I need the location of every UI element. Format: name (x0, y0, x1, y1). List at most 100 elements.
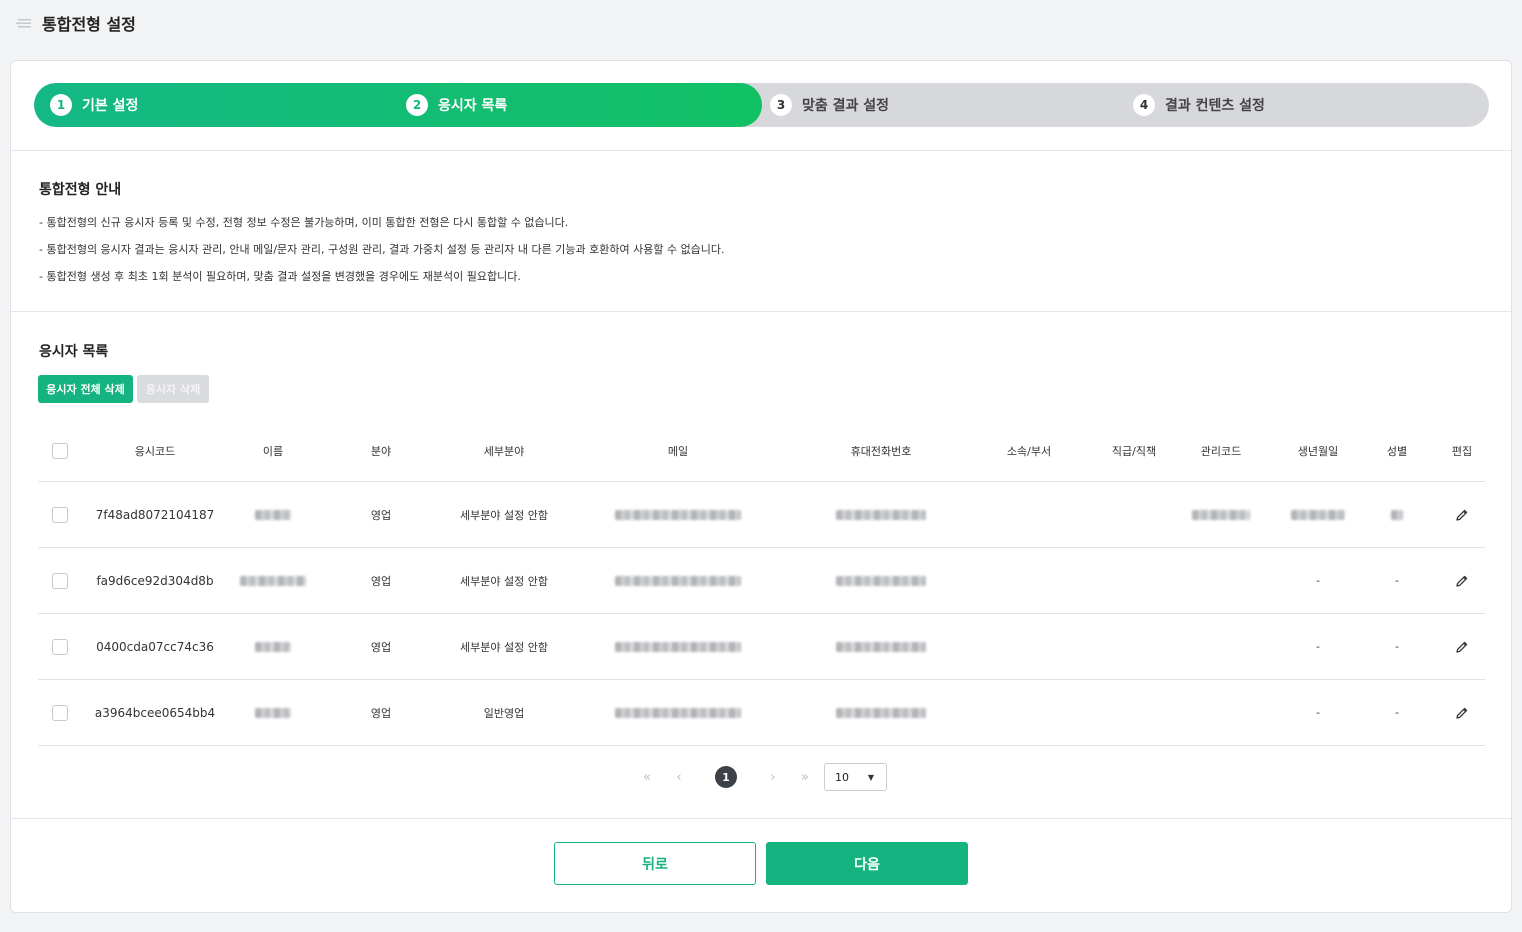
edit-cell (1438, 548, 1486, 613)
column-header[interactable]: 분야 (351, 421, 411, 481)
back-button[interactable]: 뒤로 (554, 842, 756, 885)
applicant-table: 응시코드 이름 분야 세부분야 메일 휴대전화번호 소속/부서 직급/직책 관리… (38, 421, 1485, 746)
applicant-field: 영업 (370, 640, 392, 654)
page-size-value: 10 (835, 770, 849, 784)
applicant-subfield: 세부분야 설정 안함 (460, 640, 548, 654)
step-label: 결과 컨텐츠 설정 (1165, 98, 1265, 114)
applicant-code: 0400cda07cc74c36 (96, 639, 214, 654)
applicant-field: 영업 (370, 574, 392, 588)
delete-all-applicants-button[interactable]: 응시자 전체 삭제 (38, 375, 133, 403)
notice-title: 통합전형 안내 (39, 182, 122, 198)
applicant-name-redacted (238, 614, 308, 679)
table-row[interactable]: a3964bcee0654bb4 영업 일반영업 - - (38, 680, 1485, 746)
column-header[interactable]: 이름 (238, 421, 308, 481)
step-custom-result-settings[interactable]: 3 맞춤 결과 설정 (770, 83, 889, 127)
column-header[interactable]: 소속/부서 (994, 421, 1064, 481)
step-result-content-settings[interactable]: 4 결과 컨텐츠 설정 (1133, 83, 1265, 127)
applicant-email-redacted (613, 548, 743, 613)
applicant-name-redacted (238, 680, 308, 745)
applicant-name-redacted (238, 482, 308, 547)
birth-date: - (1316, 640, 1320, 653)
applicant-subfield: 세부분야 설정 안함 (460, 508, 548, 522)
page-title: 통합전형 설정 (42, 15, 136, 34)
last-page-button[interactable]: » (789, 770, 821, 785)
prev-page-button[interactable]: ‹ (663, 770, 695, 785)
edit-cell (1438, 482, 1486, 547)
row-select-cell (52, 548, 68, 613)
notice-line: - 통합전형의 응시자 결과는 응시자 관리, 안내 메일/문자 관리, 구성원… (39, 243, 725, 256)
birth-date: - (1316, 574, 1320, 587)
gender-redacted (1372, 482, 1422, 547)
gender: - (1395, 640, 1399, 653)
applicant-code: 7f48ad8072104187 (95, 507, 215, 522)
divider (11, 818, 1511, 819)
column-header[interactable]: 관리코드 (1189, 421, 1253, 481)
next-page-button[interactable]: › (757, 770, 789, 785)
column-header[interactable]: 휴대전화번호 (831, 421, 931, 481)
pencil-icon[interactable] (1455, 574, 1469, 588)
step-number: 4 (1133, 94, 1155, 116)
column-header[interactable]: 생년월일 (1283, 421, 1353, 481)
applicant-name-redacted (238, 548, 308, 613)
column-header[interactable]: 응시코드 (98, 421, 212, 481)
row-checkbox[interactable] (52, 572, 68, 589)
row-checkbox[interactable] (52, 506, 68, 523)
gender: - (1395, 706, 1399, 719)
applicant-code: a3964bcee0654bb4 (94, 705, 216, 720)
edit-cell (1438, 680, 1486, 745)
row-select-cell (52, 482, 68, 547)
edit-cell (1438, 614, 1486, 679)
table-row[interactable]: 0400cda07cc74c36 영업 세부분야 설정 안함 - - (38, 614, 1485, 680)
applicant-phone-redacted (831, 680, 931, 745)
column-header[interactable]: 세부분야 (448, 421, 560, 481)
pagination: « ‹ 1 › » (631, 764, 821, 790)
page-size-select[interactable]: 10 ▼ (824, 763, 887, 791)
applicant-email-redacted (613, 614, 743, 679)
step-number: 1 (50, 94, 72, 116)
management-code-redacted (1189, 482, 1253, 547)
column-header: 편집 (1451, 445, 1473, 458)
applicant-email-redacted (613, 680, 743, 745)
column-header[interactable]: 메일 (618, 421, 738, 481)
applicant-field: 영업 (370, 508, 392, 522)
table-header-row: 응시코드 이름 분야 세부분야 메일 휴대전화번호 소속/부서 직급/직책 관리… (38, 421, 1485, 482)
row-select-cell (52, 680, 68, 745)
current-page[interactable]: 1 (715, 766, 737, 788)
settings-card: 1 기본 설정 2 응시자 목록 3 맞춤 결과 설정 4 결과 컨텐츠 설정 … (10, 60, 1512, 913)
delete-applicant-button[interactable]: 응시자 삭제 (137, 375, 209, 403)
applicant-field: 영업 (370, 706, 392, 720)
step-number: 3 (770, 94, 792, 116)
column-header[interactable]: 성별 (1372, 421, 1422, 481)
notice-line: - 통합전형 생성 후 최초 1회 분석이 필요하며, 맞춤 결과 설정을 변경… (39, 270, 521, 283)
applicant-phone-redacted (831, 548, 931, 613)
applicant-email-redacted (613, 482, 743, 547)
column-header[interactable]: 직급/직책 (1099, 421, 1169, 481)
pencil-icon[interactable] (1455, 706, 1469, 720)
birth-date: - (1316, 706, 1320, 719)
select-all-cell (52, 421, 68, 481)
birth-date-redacted (1283, 482, 1353, 547)
first-page-button[interactable]: « (631, 770, 663, 785)
page-header: 통합전형 설정 (16, 10, 136, 36)
applicant-subfield: 일반영업 (483, 706, 525, 720)
divider (11, 150, 1511, 151)
applicant-list-title: 응시자 목록 (39, 344, 109, 360)
pencil-icon[interactable] (1455, 508, 1469, 522)
row-select-cell (52, 614, 68, 679)
table-row[interactable]: fa9d6ce92d304d8b 영업 세부분야 설정 안함 - - (38, 548, 1485, 614)
step-number: 2 (406, 94, 428, 116)
caret-down-icon: ▼ (867, 772, 874, 782)
pencil-icon[interactable] (1455, 640, 1469, 654)
next-button[interactable]: 다음 (766, 842, 968, 885)
notice-line: - 통합전형의 신규 응시자 등록 및 수정, 전형 정보 수정은 불가능하며,… (39, 216, 569, 229)
row-checkbox[interactable] (52, 704, 68, 721)
row-checkbox[interactable] (52, 638, 68, 655)
menu-icon[interactable] (16, 18, 32, 28)
select-all-checkbox[interactable] (52, 443, 68, 459)
table-row[interactable]: 7f48ad8072104187 영업 세부분야 설정 안함 (38, 482, 1485, 548)
stepper-progress-fill (34, 83, 762, 127)
step-applicant-list[interactable]: 2 응시자 목록 (406, 83, 507, 127)
applicant-subfield: 세부분야 설정 안함 (460, 574, 548, 588)
gender: - (1395, 574, 1399, 587)
step-basic-settings[interactable]: 1 기본 설정 (50, 83, 138, 127)
